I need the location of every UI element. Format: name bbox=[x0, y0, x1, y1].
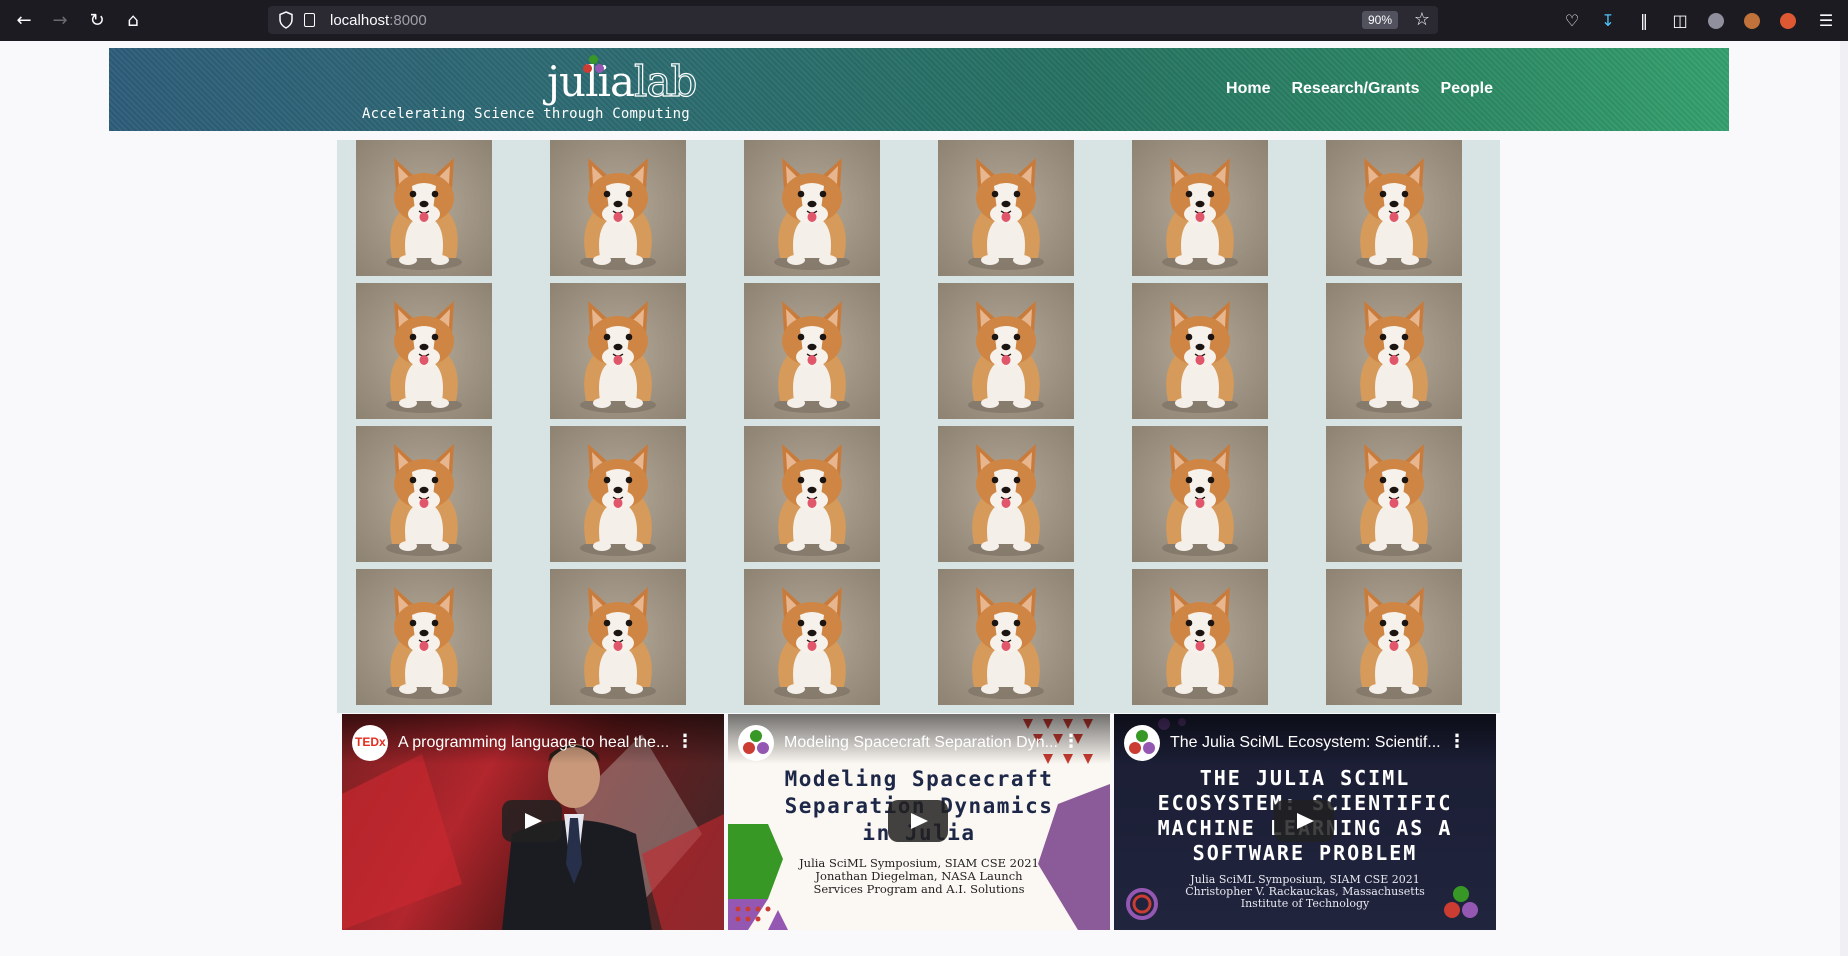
video-title[interactable]: The Julia SciML Ecosystem: Scientif... bbox=[1170, 734, 1450, 752]
ted-channel-avatar[interactable]: TEDx bbox=[352, 725, 388, 761]
download-icon[interactable]: ↧ bbox=[1596, 9, 1620, 33]
corgi-image bbox=[938, 283, 1074, 419]
more-options-icon[interactable]: ⋮ bbox=[1062, 731, 1080, 752]
corgi-image bbox=[356, 283, 492, 419]
nav-home[interactable]: Home bbox=[1226, 80, 1270, 98]
corgi-image bbox=[550, 283, 686, 419]
slide-subtitle: Julia SciML Symposium, SIAM CSE 2021 Jon… bbox=[728, 857, 1110, 896]
home-icon[interactable]: ⌂ bbox=[121, 9, 145, 33]
reload-icon[interactable]: ↻ bbox=[85, 9, 109, 33]
video-embed-spacecraft[interactable]: Modeling Spacecraft Separation Dynamics … bbox=[728, 714, 1110, 930]
zoom-level-badge[interactable]: 90% bbox=[1361, 11, 1398, 29]
logo-dot-green bbox=[589, 55, 598, 64]
page-scrollbar[interactable] bbox=[1840, 41, 1848, 956]
page-viewport: julialab Accelerating Science through Co… bbox=[0, 41, 1848, 956]
video-embed-sciml[interactable]: THE JULIA SCIML ECOSYSTEM: SCIENTIFIC MA… bbox=[1114, 714, 1496, 930]
slide-line-3: Institute of Technology bbox=[1240, 897, 1370, 910]
logo-dot-red bbox=[583, 64, 592, 73]
video-title[interactable]: A programming language to heal the... bbox=[398, 734, 678, 752]
slide-line-3: Services Program and A.I. Solutions bbox=[813, 882, 1025, 896]
bookmark-star-icon[interactable]: ☆ bbox=[1414, 9, 1430, 30]
corgi-image bbox=[744, 283, 880, 419]
menu-icon[interactable]: ☰ bbox=[1814, 9, 1838, 33]
corgi-image bbox=[938, 426, 1074, 562]
corgi-image bbox=[1326, 569, 1462, 705]
julia-channel-avatar[interactable] bbox=[738, 725, 774, 761]
url-text[interactable]: localhost:8000 bbox=[330, 12, 427, 29]
extension-icon[interactable] bbox=[1744, 13, 1760, 29]
corgi-image bbox=[938, 569, 1074, 705]
corgi-image bbox=[1326, 426, 1462, 562]
corgi-image bbox=[1132, 283, 1268, 419]
library-icon[interactable]: ‖ bbox=[1632, 9, 1656, 33]
slide-subtitle: Julia SciML Symposium, SIAM CSE 2021 Chr… bbox=[1114, 874, 1496, 910]
corgi-image bbox=[356, 426, 492, 562]
nav-people[interactable]: People bbox=[1441, 80, 1493, 98]
corgi-image bbox=[1132, 426, 1268, 562]
main-nav: Home Research/Grants People bbox=[1226, 80, 1493, 98]
pocket-icon[interactable]: ♡ bbox=[1560, 9, 1584, 33]
forward-arrow-icon[interactable]: → bbox=[48, 9, 72, 33]
video-embed-ted[interactable]: TEDx A programming language to heal the.… bbox=[342, 714, 724, 930]
julia-channel-avatar[interactable] bbox=[1124, 725, 1160, 761]
corgi-gallery bbox=[337, 140, 1500, 713]
play-button[interactable] bbox=[502, 800, 562, 842]
corgi-image bbox=[744, 426, 880, 562]
corgi-image bbox=[744, 569, 880, 705]
page-icon bbox=[304, 13, 315, 27]
corgi-image bbox=[1132, 569, 1268, 705]
corgi-image bbox=[550, 426, 686, 562]
address-bar[interactable]: localhost:8000 90% ☆ bbox=[268, 6, 1438, 34]
more-options-icon[interactable]: ⋮ bbox=[1448, 731, 1466, 752]
browser-toolbar: ← → ↻ ⌂ localhost:8000 90% ☆ ♡ ↧ ‖ ◫ ☰ bbox=[0, 0, 1848, 41]
corgi-image bbox=[1326, 283, 1462, 419]
sidebar-icon[interactable]: ◫ bbox=[1668, 9, 1692, 33]
corgi-image bbox=[1132, 140, 1268, 276]
duckduckgo-icon[interactable] bbox=[1780, 13, 1796, 29]
video-row: TEDx A programming language to heal the.… bbox=[337, 714, 1500, 930]
play-button[interactable] bbox=[888, 800, 948, 842]
back-arrow-icon[interactable]: ← bbox=[12, 9, 36, 33]
video-title[interactable]: Modeling Spacecraft Separation Dyn... bbox=[784, 734, 1064, 752]
nav-research-grants[interactable]: Research/Grants bbox=[1291, 80, 1419, 98]
logo-dot-purple bbox=[595, 64, 604, 73]
corgi-image bbox=[1326, 140, 1462, 276]
corgi-image bbox=[744, 140, 880, 276]
julia-dots-icon bbox=[1129, 730, 1155, 754]
corgi-image bbox=[550, 140, 686, 276]
corgi-image bbox=[938, 140, 1074, 276]
julialab-logo[interactable]: julialab bbox=[537, 54, 698, 106]
corgi-image bbox=[550, 569, 686, 705]
extension-abp-icon[interactable] bbox=[1708, 13, 1724, 29]
site-tagline: Accelerating Science through Computing bbox=[362, 106, 690, 122]
play-button[interactable] bbox=[1274, 800, 1334, 842]
logo-text: julialab bbox=[547, 57, 698, 106]
julia-dots-icon bbox=[743, 730, 769, 754]
more-options-icon[interactable]: ⋮ bbox=[676, 731, 694, 752]
site-header: julialab Accelerating Science through Co… bbox=[109, 48, 1729, 131]
shield-icon[interactable] bbox=[278, 11, 294, 29]
corgi-image bbox=[356, 140, 492, 276]
corgi-image bbox=[356, 569, 492, 705]
